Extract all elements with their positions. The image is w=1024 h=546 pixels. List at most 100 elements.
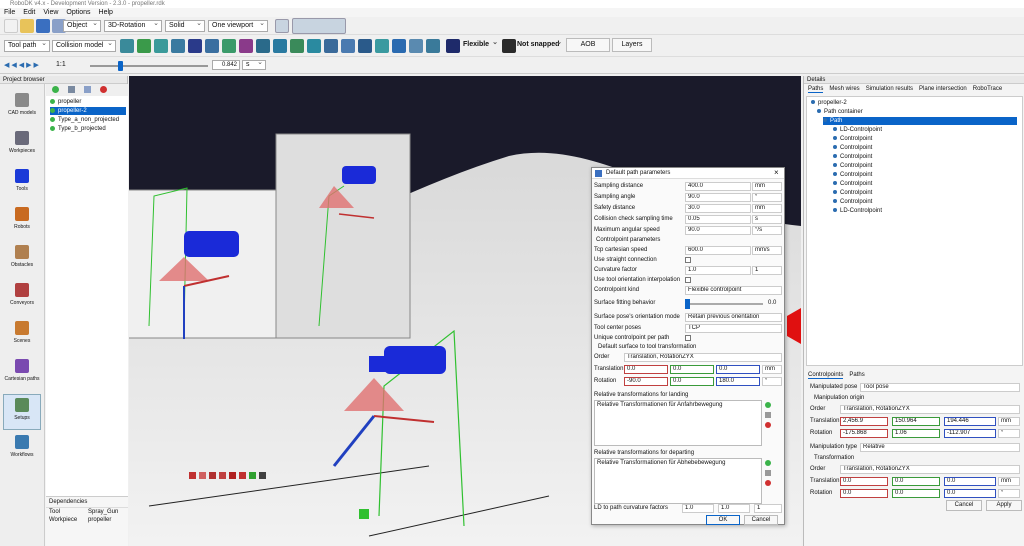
path-tool-icon-4[interactable] [171, 39, 185, 53]
details-t-translation-x[interactable]: 0.0 [840, 477, 888, 486]
details-apply-button[interactable]: Apply [986, 500, 1022, 511]
flexible-select[interactable]: Flexible [460, 40, 500, 52]
details-rotation-unit[interactable]: ° [998, 429, 1020, 438]
new-file-icon[interactable] [4, 19, 18, 33]
open-folder-icon[interactable] [20, 19, 34, 33]
path-tool-icon-5[interactable] [188, 39, 202, 53]
playback-controls-icon[interactable]: ◀◀◀▶▶ [4, 61, 41, 69]
time-value-field[interactable]: 0.842 [212, 60, 240, 70]
layers-button[interactable]: Layers [612, 38, 652, 52]
details-tree-item[interactable]: Controlpoint [833, 198, 1017, 206]
sidebar-item-workpieces[interactable]: Workpieces [3, 128, 41, 164]
details-translation-z[interactable]: 194.446 [944, 417, 996, 426]
mode-select[interactable]: Object [63, 20, 101, 32]
time-unit-select[interactable]: s [242, 60, 266, 70]
path-tool-icon-2[interactable] [137, 39, 151, 53]
path-tool-icon-14[interactable] [341, 39, 355, 53]
param-value-field[interactable]: 0.05 [685, 215, 751, 224]
details-translation-unit[interactable]: mm [998, 417, 1020, 426]
rotation-select[interactable]: 3D-Rotation [104, 20, 162, 32]
rotation-z-field[interactable]: 180.0 [716, 377, 760, 386]
details-order-select[interactable]: Translation, RotationZYX [840, 405, 1020, 414]
cancel-button[interactable]: Cancel [744, 515, 778, 525]
landing-delete-icon[interactable] [765, 422, 771, 428]
details-tree-item[interactable]: Controlpoint [833, 153, 1017, 161]
viewport-select[interactable]: One viewport [208, 20, 268, 32]
details-t-translation-z[interactable]: 0.0 [944, 477, 996, 486]
path-tool-icon-10[interactable] [273, 39, 287, 53]
param-value-field[interactable]: 30.0 [685, 204, 751, 213]
cp-kind-select[interactable]: Flexible controlpoint [685, 286, 782, 295]
tab-paths[interactable]: Paths [808, 86, 824, 93]
details-tree-item[interactable]: Path [823, 117, 1017, 125]
details-tree-item[interactable]: Path container [817, 108, 1017, 116]
landing-edit-icon[interactable] [765, 412, 771, 418]
delete-icon[interactable] [100, 86, 107, 93]
manip-origin-title[interactable]: Manipulation origin [814, 393, 864, 403]
collision-select[interactable]: Collision model [52, 40, 116, 52]
landing-add-icon[interactable] [765, 402, 771, 408]
path-tool-icon-6[interactable] [205, 39, 219, 53]
details-tree-item[interactable]: Controlpoint [833, 162, 1017, 170]
path-tool-icon-11[interactable] [290, 39, 304, 53]
manip-type-select[interactable]: Relative [860, 443, 1020, 452]
details-tree-item[interactable]: Controlpoint [833, 171, 1017, 179]
details-tree-item[interactable]: Controlpoint [833, 180, 1017, 188]
departing-edit-icon[interactable] [765, 470, 771, 476]
tab-robotrace[interactable]: RoboTrace [973, 86, 1002, 93]
path-tool-icon-13[interactable] [324, 39, 338, 53]
details-t-rotation-y[interactable]: 0.0 [892, 489, 940, 498]
project-tree-item[interactable]: Type_b_projected [50, 125, 126, 133]
path-tool-icon-9[interactable] [256, 39, 270, 53]
translation-unit[interactable]: mm [762, 365, 782, 374]
menu-item-help[interactable]: Help [99, 8, 113, 17]
departing-add-icon[interactable] [765, 460, 771, 466]
param-value-field[interactable]: 90.0 [685, 193, 751, 202]
surface-fit-thumb[interactable] [685, 299, 690, 309]
param-unit-select[interactable]: s [752, 215, 782, 224]
tool-orientation-checkbox[interactable] [685, 277, 691, 283]
sidebar-item-cad-models[interactable]: CAD models [3, 90, 41, 126]
aob-button[interactable]: AOB [566, 38, 610, 52]
details-t-order-select[interactable]: Translation, RotationZYX [840, 465, 1020, 474]
details-t-rotation-z[interactable]: 0.0 [944, 489, 996, 498]
details-tree-item[interactable]: Controlpoint [833, 189, 1017, 197]
transform-section-title[interactable]: Default surface to tool transformation [598, 342, 696, 352]
surface-fit-slider[interactable] [685, 299, 763, 309]
path-tool-icon-3[interactable] [154, 39, 168, 53]
snap-select[interactable]: Not snapped [514, 40, 564, 52]
tcp-speed-field[interactable]: 600.0 [685, 246, 751, 255]
details-tree-item[interactable]: Controlpoint [833, 144, 1017, 152]
path-tool-icon-17[interactable] [392, 39, 406, 53]
sidebar-item-setups[interactable]: Setups [3, 394, 41, 430]
time-slider-track[interactable] [90, 61, 208, 71]
sidebar-item-conveyors[interactable]: Conveyors [3, 280, 41, 316]
sidebar-item-workflows[interactable]: Workflows [3, 432, 41, 468]
menu-item-options[interactable]: Options [66, 8, 90, 17]
details-rotation-z[interactable]: -112.907 [944, 429, 996, 438]
ld-field-1[interactable]: 1.0 [682, 504, 714, 513]
order-select[interactable]: Translation, RotationZYX [624, 353, 782, 362]
project-tree-item[interactable]: propeller-2 [50, 107, 126, 115]
add-icon[interactable] [52, 86, 59, 93]
param-unit-select[interactable]: ° [752, 193, 782, 202]
tab-controlpoints[interactable]: Controlpoints [808, 372, 844, 379]
details-rotation-y[interactable]: 1.06 [892, 429, 940, 438]
tab-simulation-results[interactable]: Simulation results [866, 86, 913, 93]
translation-y-field[interactable]: 0.0 [670, 365, 714, 374]
ok-button[interactable]: OK [706, 515, 740, 525]
viewport-layout-icon[interactable] [275, 19, 289, 33]
path-tool-icon-8[interactable] [239, 39, 253, 53]
rotation-y-field[interactable]: 0.0 [670, 377, 714, 386]
copy-icon[interactable] [68, 86, 75, 93]
orientation-mode-select[interactable]: Retain previous orientation [685, 313, 782, 322]
sidebar-item-robots[interactable]: Robots [3, 204, 41, 240]
menu-item-edit[interactable]: Edit [23, 8, 35, 17]
tcp-speed-unit[interactable]: mm/s [752, 246, 782, 255]
time-slider-thumb[interactable] [118, 61, 124, 71]
param-unit-select[interactable]: mm [752, 204, 782, 213]
path-tool-icon-7[interactable] [222, 39, 236, 53]
rotation-x-field[interactable]: -90.0 [624, 377, 668, 386]
param-value-field[interactable]: 90.0 [685, 226, 751, 235]
sidebar-item-tools[interactable]: Tools [3, 166, 41, 202]
